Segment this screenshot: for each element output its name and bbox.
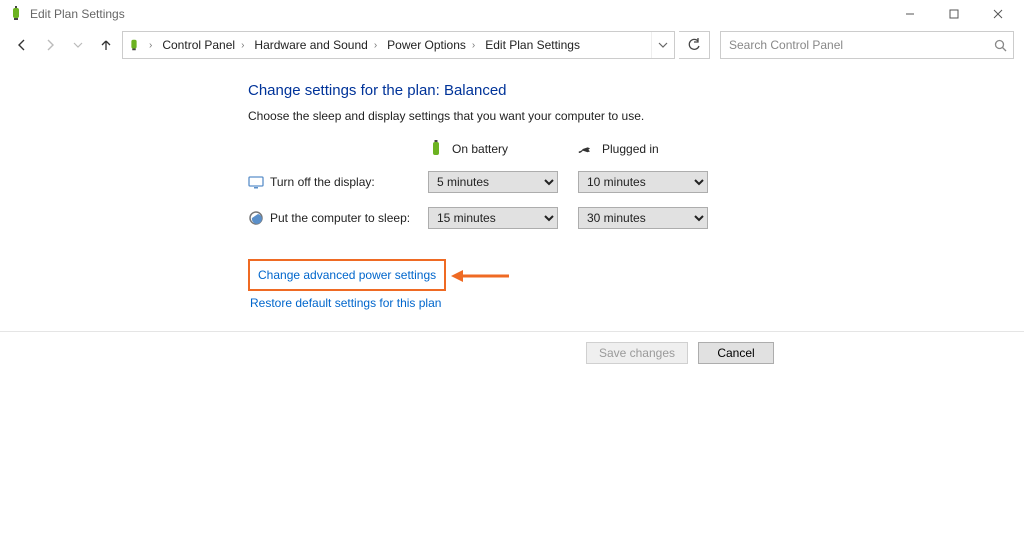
titlebar: Edit Plan Settings bbox=[0, 0, 1024, 28]
display-battery-select[interactable]: 5 minutes bbox=[428, 171, 558, 193]
up-button[interactable] bbox=[94, 33, 118, 57]
close-button[interactable] bbox=[976, 0, 1020, 28]
column-header-plugged: Plugged in bbox=[578, 141, 718, 157]
battery-icon bbox=[428, 141, 444, 157]
chevron-right-icon[interactable]: › bbox=[370, 40, 381, 51]
back-button[interactable] bbox=[10, 33, 34, 57]
power-plan-icon bbox=[123, 38, 145, 52]
page-subtitle: Choose the sleep and display settings th… bbox=[248, 109, 1024, 123]
display-icon bbox=[248, 174, 264, 190]
power-plan-icon bbox=[8, 6, 24, 22]
minimize-button[interactable] bbox=[888, 0, 932, 28]
sleep-plugged-select[interactable]: 30 minutes bbox=[578, 207, 708, 229]
cancel-button[interactable]: Cancel bbox=[698, 342, 774, 364]
breadcrumb[interactable]: Edit Plan Settings bbox=[479, 38, 582, 52]
address-bar[interactable]: › Control Panel › Hardware and Sound › P… bbox=[122, 31, 675, 59]
row-label-display: Turn off the display: bbox=[248, 174, 418, 190]
annotation-highlight: Change advanced power settings bbox=[248, 259, 446, 291]
chevron-right-icon[interactable]: › bbox=[145, 40, 156, 51]
breadcrumb[interactable]: Power Options bbox=[381, 38, 468, 52]
refresh-button[interactable] bbox=[679, 31, 710, 59]
row-label-text: Turn off the display: bbox=[270, 175, 375, 189]
breadcrumb[interactable]: Hardware and Sound bbox=[248, 38, 369, 52]
column-header-label: Plugged in bbox=[602, 142, 659, 156]
plug-icon bbox=[578, 141, 594, 157]
main-content: Change settings for the plan: Balanced C… bbox=[0, 62, 1024, 313]
recent-locations-button[interactable] bbox=[66, 33, 90, 57]
search-box[interactable] bbox=[720, 31, 1014, 59]
chevron-right-icon[interactable]: › bbox=[468, 40, 479, 51]
navbar: › Control Panel › Hardware and Sound › P… bbox=[0, 28, 1024, 62]
save-button: Save changes bbox=[586, 342, 688, 364]
row-label-sleep: Put the computer to sleep: bbox=[248, 210, 418, 226]
breadcrumb[interactable]: Control Panel bbox=[156, 38, 237, 52]
sleep-battery-select[interactable]: 15 minutes bbox=[428, 207, 558, 229]
page-title: Change settings for the plan: Balanced bbox=[248, 82, 1024, 99]
restore-defaults-link[interactable]: Restore default settings for this plan bbox=[248, 293, 443, 313]
search-icon bbox=[994, 39, 1007, 52]
window-title: Edit Plan Settings bbox=[30, 7, 125, 21]
search-input[interactable] bbox=[727, 37, 994, 53]
sleep-icon bbox=[248, 210, 264, 226]
display-plugged-select[interactable]: 10 minutes bbox=[578, 171, 708, 193]
column-header-label: On battery bbox=[452, 142, 508, 156]
maximize-button[interactable] bbox=[932, 0, 976, 28]
annotation-arrow-icon bbox=[451, 267, 511, 285]
row-label-text: Put the computer to sleep: bbox=[270, 211, 410, 225]
chevron-right-icon[interactable]: › bbox=[237, 40, 248, 51]
forward-button[interactable] bbox=[38, 33, 62, 57]
advanced-power-settings-link[interactable]: Change advanced power settings bbox=[256, 265, 438, 285]
address-dropdown-button[interactable] bbox=[651, 32, 674, 58]
footer-buttons: Save changes Cancel bbox=[0, 332, 1024, 364]
column-header-battery: On battery bbox=[428, 141, 568, 157]
